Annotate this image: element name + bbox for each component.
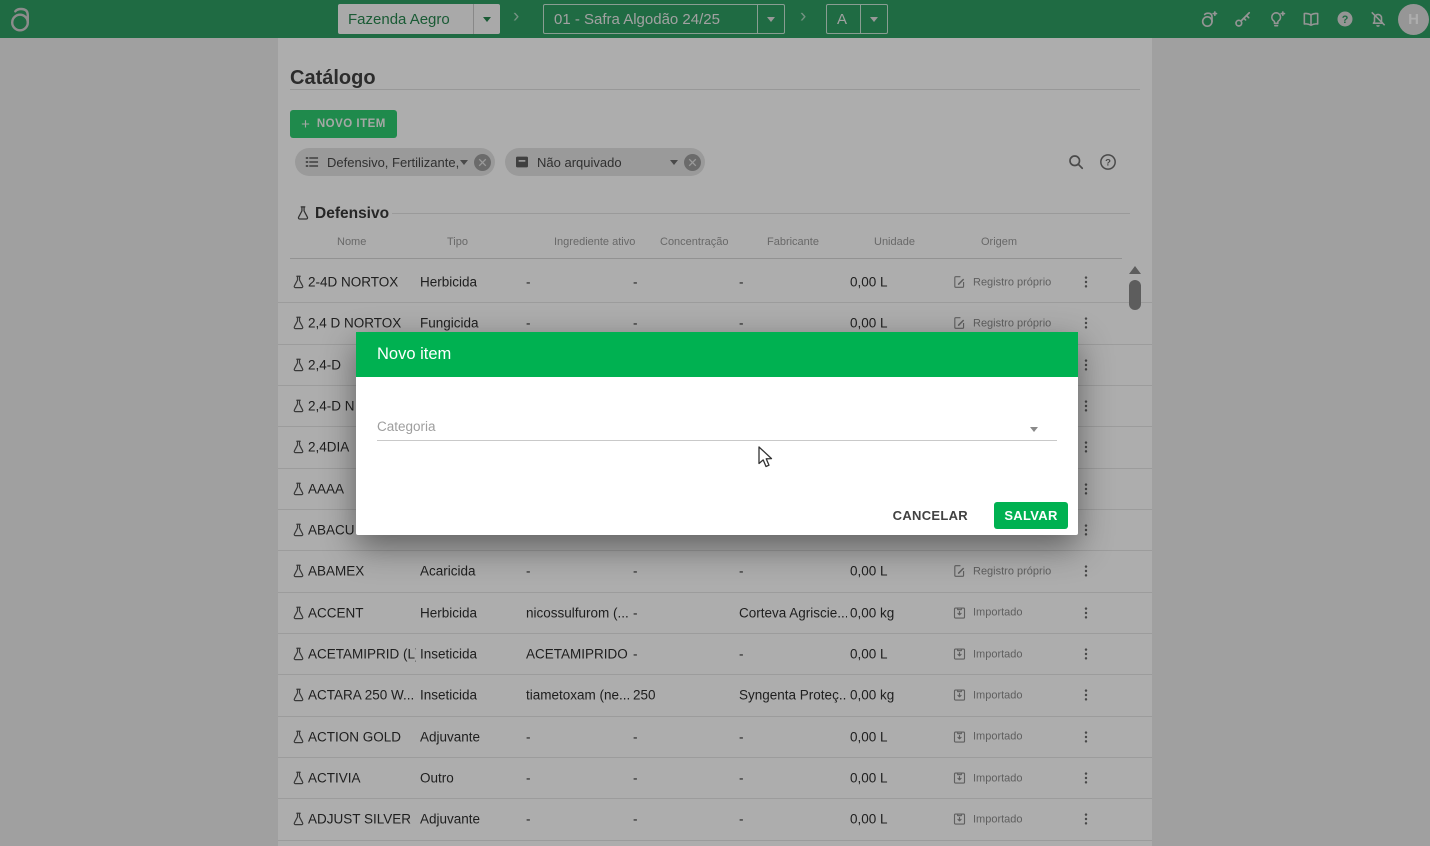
dialog-header: Novo item (356, 332, 1078, 377)
cancel-button[interactable]: CANCELAR (881, 502, 980, 529)
dialog-actions: CANCELAR SALVAR (356, 500, 1068, 530)
category-select[interactable]: Categoria (377, 418, 1057, 442)
divider (377, 440, 1057, 441)
mouse-cursor (757, 446, 775, 470)
new-item-dialog: Novo item Categoria CANCELAR SALVAR (356, 332, 1078, 535)
chevron-down-icon[interactable] (1030, 427, 1038, 432)
save-button[interactable]: SALVAR (994, 502, 1068, 529)
dialog-title: Novo item (377, 332, 451, 377)
category-select-placeholder: Categoria (377, 419, 436, 434)
app-window: Fazenda Aegro › 01 - Safra Algodão 24/25… (0, 0, 1430, 846)
